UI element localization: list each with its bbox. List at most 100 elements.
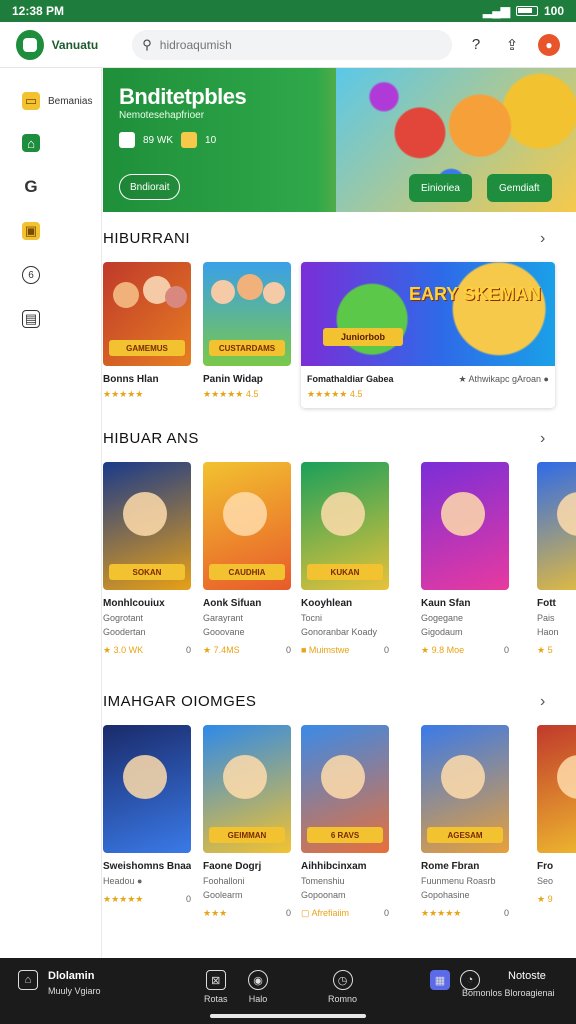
notification-icon: ◔ xyxy=(460,970,480,990)
section-title-2: HIBUAR ANS xyxy=(103,430,199,447)
thumbnail-badge: CUSTARDAMS xyxy=(209,340,285,356)
gesture-home-bar[interactable] xyxy=(210,1014,366,1018)
banner-meta: 89 WK 10 xyxy=(119,132,216,148)
banner-title: Bnditetpbles xyxy=(119,84,247,109)
bottom-nav-item-3[interactable]: ◷ Romno xyxy=(328,970,357,1004)
game-developer: Garayrant xyxy=(203,613,244,623)
game-rating: ★★★★★ xyxy=(421,908,462,918)
thumbnail-badge: KUKAN xyxy=(307,564,383,580)
battery-icon xyxy=(515,6,538,16)
banner-button-1[interactable]: Einioriea xyxy=(409,174,472,202)
signal-icon: ▂▄▆ xyxy=(483,4,510,18)
chevron-right-icon[interactable]: › xyxy=(540,693,545,711)
game-name: Fott xyxy=(537,598,556,609)
game-rating: ★★★★★ 4.5 xyxy=(203,389,259,399)
section-title-1: HIBURRANI xyxy=(103,230,191,247)
top-app-bar: Vanuatu ⚲ ? ⇪ ● xyxy=(0,22,576,68)
list-item[interactable]: Sweishomns Bnaa Headou ● ★★★★★ 0 xyxy=(103,725,191,905)
banner-meta-count: 10 xyxy=(205,134,217,146)
game-thumbnail xyxy=(537,462,576,590)
game-rating: ★★★ xyxy=(203,908,228,918)
chevron-right-icon[interactable]: › xyxy=(540,430,545,448)
search-input[interactable] xyxy=(159,37,440,52)
help-icon[interactable]: ? xyxy=(466,35,486,55)
game-thumbnail xyxy=(421,462,509,590)
list-item[interactable]: Fro Seo ★ 9 xyxy=(537,725,576,905)
game-thumbnail xyxy=(537,725,576,853)
apps-grid-icon: ▦ xyxy=(430,970,450,990)
game-footer: ★ 3.0 WK 0 xyxy=(103,645,191,656)
game-rating: ★ 9.8 Moe xyxy=(421,645,465,655)
game-category: Gopohasine xyxy=(421,890,470,900)
game-name: Aihhibcinxam xyxy=(301,861,367,872)
bottom-nav-label: Rotas xyxy=(204,994,228,1004)
game-rating: ★ 7.4MS xyxy=(203,645,240,655)
bottom-nav-subtitle: Bomonlos Bloroagienai xyxy=(462,988,555,998)
game-category: Haon xyxy=(537,627,559,637)
app-logo-icon[interactable] xyxy=(16,29,44,60)
list-item[interactable]: KUKAN Kooyhlean Tocni Gonoranbar Koady ■ Mui… xyxy=(301,462,389,655)
list-item[interactable]: AGESAM Rome Fbran Fuunmenu Roasrb Gopohasin… xyxy=(421,725,509,919)
list-item[interactable]: GAMEMUS Bonns Hlan ★★★★★ xyxy=(103,262,191,400)
game-category: Gopoonam xyxy=(301,890,346,900)
game-footer: ★★★★★ 0 xyxy=(421,908,509,919)
sidebar-item-apps[interactable]: ⌂ xyxy=(22,134,40,152)
list-item[interactable]: Fott Pais Haon ★ 5 xyxy=(537,462,576,656)
sidebar-item-library[interactable]: ▤ xyxy=(22,310,40,328)
store-icon: ⌂ xyxy=(18,970,38,990)
game-name: Monhlcouiux xyxy=(103,598,165,609)
sidebar-item-books[interactable]: ▣ xyxy=(22,222,40,240)
game-footer: ■ Muimstwe 0 xyxy=(301,645,389,655)
game-category: Goodertan xyxy=(103,627,146,637)
share-icon[interactable]: ⇪ xyxy=(502,35,522,55)
avatar[interactable]: ● xyxy=(538,33,560,56)
game-developer: Seo xyxy=(537,876,554,886)
thumbnail-badge: 6 RAVS xyxy=(307,827,383,843)
game-footer: ★★★ 0 xyxy=(203,908,291,919)
bottom-nav-label: Halo xyxy=(248,994,268,1004)
banner-outline-button[interactable]: Bndiorait xyxy=(119,174,181,200)
list-item[interactable]: GEIMMAN Faone Dogrj Foohalloni Goolearm ★★★ 0 xyxy=(203,725,291,919)
sidebar-item-kids[interactable]: 6 xyxy=(22,266,40,284)
sidebar-item-games[interactable]: ▭ Bemanias xyxy=(22,92,92,110)
game-category: Gigodaum xyxy=(421,627,463,637)
list-item[interactable]: SOKAN Monhlcouiux Gogrotant Goodertan ★ 3.0 … xyxy=(103,462,191,656)
bottom-nav-item-2[interactable]: ◉ Halo xyxy=(248,970,268,1004)
bottom-nav-account[interactable]: ⌂ Dlolamin Muuly Vgiaro xyxy=(18,970,101,996)
game-category: Goolearm xyxy=(203,890,243,900)
sidebar-item-google[interactable]: G xyxy=(22,177,40,196)
game-footer: ★★★★★ 0 xyxy=(103,894,191,905)
featured-game-card[interactable]: Juniorbob EARY SKEMAN Fomathaldiar Gabea… xyxy=(301,262,555,408)
game-thumbnail: SOKAN xyxy=(103,462,191,590)
search-bar[interactable]: ⚲ xyxy=(132,29,452,60)
game-count: 0 xyxy=(285,908,291,918)
game-rating: ★★★★★ xyxy=(103,389,144,399)
thumbnail-badge: AGESAM xyxy=(427,827,503,843)
chevron-right-icon[interactable]: › xyxy=(540,230,545,248)
game-footer: ★ 9.8 Moe 0 xyxy=(421,645,509,656)
game-developer: Tocni xyxy=(301,613,323,623)
banner-button-2[interactable]: Gemdiaft xyxy=(487,174,552,202)
bottom-nav-right-title: Notoste xyxy=(508,970,546,982)
clock-icon: ◷ xyxy=(332,970,353,990)
game-count: 0 xyxy=(503,908,509,918)
featured-banner[interactable]: Bnditetpbles Nemotesehapfrioer 89 WK 10 … xyxy=(103,68,576,212)
bottom-nav-title: Dlolamin xyxy=(48,970,95,982)
thumbnail-badge: SOKAN xyxy=(109,564,185,580)
list-item[interactable]: CUSTARDAMS Panin Widap ★★★★★ 4.5 xyxy=(203,262,291,400)
game-footer: ★ 5 xyxy=(537,645,576,656)
award-chip-icon xyxy=(181,132,198,148)
list-item[interactable]: 6 RAVS Aihhibcinxam Tomenshiu Gopoonam ▢ Afr… xyxy=(301,725,389,919)
thumbnail-badge: GEIMMAN xyxy=(209,827,285,843)
game-meta: ★ Athwikapc gAroan ● xyxy=(458,374,549,384)
game-thumbnail: GEIMMAN xyxy=(203,725,291,853)
bottom-nav-item-1[interactable]: ⊠ Rotas xyxy=(204,970,228,1004)
list-item[interactable]: CAUDHIA Aonk Sifuan Garayrant Gooovane ★ 7.4… xyxy=(203,462,291,656)
thumbnail-badge: GAMEMUS xyxy=(109,340,185,356)
game-name: Bonns Hlan xyxy=(103,374,159,385)
list-item[interactable]: Kaun Sfan Gogegane Gigodaum ★ 9.8 Moe 0 xyxy=(421,462,509,656)
library-icon: ▤ xyxy=(22,310,40,328)
bottom-nav-subtitle: Muuly Vgiaro xyxy=(48,986,101,996)
featured-badge-left: Juniorbob xyxy=(323,328,403,346)
status-icons: ▂▄▆ 100 xyxy=(483,4,564,18)
